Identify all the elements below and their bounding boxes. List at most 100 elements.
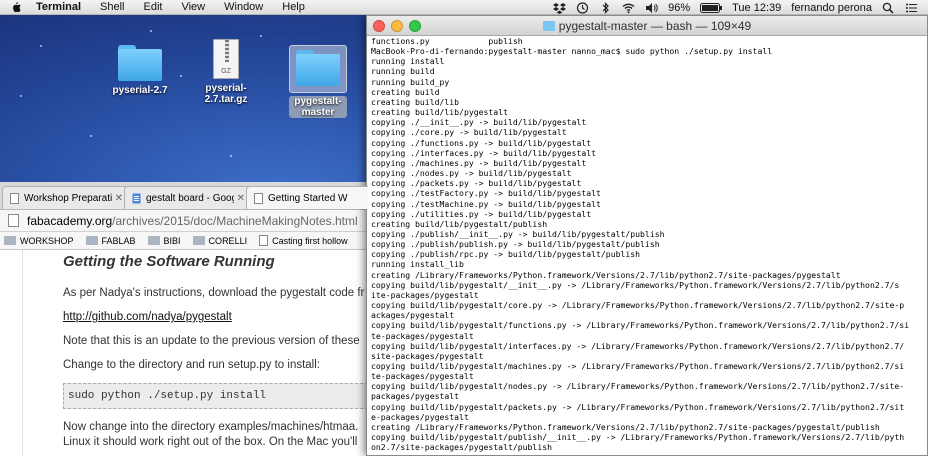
bookmark-label: CORELLI (208, 235, 248, 246)
volume-icon[interactable] (645, 2, 658, 14)
close-icon[interactable]: ✕ (237, 193, 245, 204)
terminal-title-bar[interactable]: pygestalt-master — bash — 109×49 (367, 16, 927, 36)
close-icon[interactable]: ✕ (115, 193, 123, 204)
gz-archive-icon: GZ (213, 39, 239, 79)
terminal-line: creating build/lib/pygestalt (371, 107, 508, 118)
terminal-line: copying ./nodes.py -> build/lib/pygestal… (371, 168, 572, 179)
folder-icon (118, 45, 162, 81)
terminal-line: copying build/lib/pygestalt/functions.py… (371, 320, 910, 331)
menu-view[interactable]: View (181, 1, 205, 13)
apple-icon[interactable] (10, 1, 22, 13)
github-link[interactable]: http://github.com/nadya/pygestalt (63, 311, 232, 323)
terminal-line: functions.py publish (371, 36, 523, 46)
dropbox-icon[interactable] (553, 2, 567, 14)
menu-app-terminal[interactable]: Terminal (36, 1, 81, 13)
page-icon (10, 192, 19, 204)
terminal-line: ackages/pygestalt (371, 310, 455, 321)
wifi-icon[interactable] (622, 2, 635, 14)
archive-badge: GZ (221, 68, 231, 75)
notification-center-icon[interactable] (905, 2, 918, 14)
terminal-title: pygestalt-master — bash — 109×49 (558, 19, 752, 33)
terminal-line: e-packages/pygestalt (371, 411, 469, 422)
bookmarks-bar: WORKSHOP FABLAB BIBI CORELLI Casting fir… (0, 232, 368, 250)
terminal-line: copying build/lib/pygestalt/core.py -> /… (371, 300, 905, 311)
terminal-line: copying ./publish/publish.py -> build/li… (371, 239, 660, 250)
paragraph-linux-note: Linux it should work right out of the bo… (63, 436, 358, 448)
bookmark-corelli[interactable]: CORELLI (192, 235, 248, 246)
terminal-line: creating /Library/Frameworks/Python.fram… (371, 421, 880, 432)
bookmark-workshop[interactable]: WORKSHOP (4, 236, 74, 246)
url-domain: fabacademy.org (27, 213, 113, 228)
menu-bar: Terminal Shell Edit View Window Help 96%… (0, 0, 928, 15)
terminal-line: copying build/lib/pygestalt/interfaces.p… (371, 340, 905, 351)
page-icon (8, 214, 19, 227)
terminal-line: copying ./packets.py -> build/lib/pygest… (371, 178, 582, 189)
menu-edit[interactable]: Edit (144, 1, 163, 13)
folder-icon (192, 236, 205, 245)
desktop-icon-pygestalt-folder[interactable]: pygestalt-master (289, 45, 347, 118)
terminal-line: copying build/lib/pygestalt/machines.py … (371, 361, 905, 371)
address-bar[interactable]: fabacademy.org/archives/2015/doc/Machine… (0, 210, 368, 232)
menu-window[interactable]: Window (224, 1, 263, 13)
bookmark-label: Casting first hollow (272, 235, 348, 246)
browser-window: Workshop Preparation ✕ gestalt board - G… (0, 182, 368, 456)
browser-tab-google-doc[interactable]: gestalt board - Google Doc ✕ (124, 186, 252, 209)
page-icon (259, 235, 269, 246)
terminal-line: copying ./publish/rpc.py -> build/lib/py… (371, 249, 641, 260)
terminal-line: running build_py (371, 76, 450, 87)
terminal-line: ite-packages/pygestalt (371, 289, 479, 300)
desktop-icon-label: pygestalt-master (289, 96, 347, 118)
terminal-line: copying ./publish/__init__.py -> build/l… (371, 228, 665, 239)
page-content: Getting the Software Running As per Nady… (22, 250, 368, 456)
terminal-line: creating /Library/Frameworks/Python.fram… (371, 269, 841, 280)
terminal-line: copying build/lib/pygestalt/packets.py -… (371, 401, 905, 412)
terminal-line: copying ./testFactory.py -> build/lib/py… (371, 188, 601, 199)
browser-tab-getting-started[interactable]: Getting Started W (246, 186, 368, 209)
terminal-line: te-packages/pygestalt (371, 330, 474, 341)
battery-icon[interactable] (700, 2, 723, 13)
terminal-line: copying ./utilities.py -> build/lib/pyge… (371, 208, 592, 219)
terminal-window: pygestalt-master — bash — 109×49 functio… (366, 15, 928, 456)
bookmark-label: BIBI (163, 235, 181, 246)
tab-title: Workshop Preparation (24, 192, 112, 204)
battery-percent: 96% (668, 1, 691, 14)
browser-tab-bar: Workshop Preparation ✕ gestalt board - G… (0, 182, 368, 210)
page-heading: Getting the Software Running (63, 253, 275, 270)
folder-icon (85, 236, 98, 245)
desktop-icon-label: pyserial-2.7.tar.gz (204, 83, 248, 105)
terminal-line: creating build (371, 86, 440, 97)
paragraph-change-dir: Change to the directory and run setup.py… (63, 359, 320, 371)
terminal-line: on2.7/site-packages/pygestalt/publish (371, 442, 552, 453)
desktop-icon-pyserial-folder[interactable]: pyserial-2.7 (110, 45, 170, 96)
browser-tab-workshop[interactable]: Workshop Preparation ✕ (2, 186, 130, 209)
user-name[interactable]: fernando perona (791, 2, 872, 14)
bookmark-casting[interactable]: Casting first hollow (259, 235, 348, 246)
folder-icon (542, 21, 555, 31)
terminal-line: packages/pygestalt (371, 391, 460, 402)
menu-help[interactable]: Help (282, 1, 305, 13)
terminal-line: te-packages/pygestalt (371, 371, 474, 382)
code-block: sudo python ./setup.py install (63, 383, 368, 409)
bookmark-label: WORKSHOP (20, 235, 74, 246)
folder-icon (296, 50, 340, 86)
time-machine-icon[interactable] (576, 1, 589, 14)
paragraph-next-step: Now change into the directory examples/m… (63, 421, 359, 433)
folder-icon (147, 236, 160, 245)
desktop-icon-pyserial-archive[interactable]: GZ pyserial-2.7.tar.gz (190, 39, 262, 105)
bluetooth-icon[interactable] (599, 1, 612, 14)
terminal-line: MacBook-Pro-di-fernando:pygestalt-master… (371, 46, 773, 57)
terminal-line: copying build/lib/pygestalt/nodes.py -> … (371, 381, 905, 392)
paragraph-instructions: As per Nadya's instructions, download th… (63, 287, 365, 299)
spotlight-search-icon[interactable] (882, 2, 895, 14)
bookmark-bibi[interactable]: BIBI (147, 235, 181, 246)
terminal-output[interactable]: functions.py publish MacBook-Pro-di-ferna… (367, 36, 927, 452)
menu-shell[interactable]: Shell (100, 1, 124, 13)
clock[interactable]: Tue 12:39 (732, 2, 781, 14)
folder-icon (4, 236, 16, 245)
bookmark-label: FABLAB (101, 235, 136, 246)
terminal-line: copying ./machines.py -> build/lib/pyges… (371, 157, 587, 168)
terminal-line: copying ./__init__.py -> build/lib/pyges… (371, 117, 587, 128)
terminal-line: copying ./interfaces.py -> build/lib/pyg… (371, 147, 597, 158)
bookmark-fablab[interactable]: FABLAB (85, 235, 136, 246)
terminal-line: creating build/lib/pygestalt/publish (371, 218, 548, 229)
